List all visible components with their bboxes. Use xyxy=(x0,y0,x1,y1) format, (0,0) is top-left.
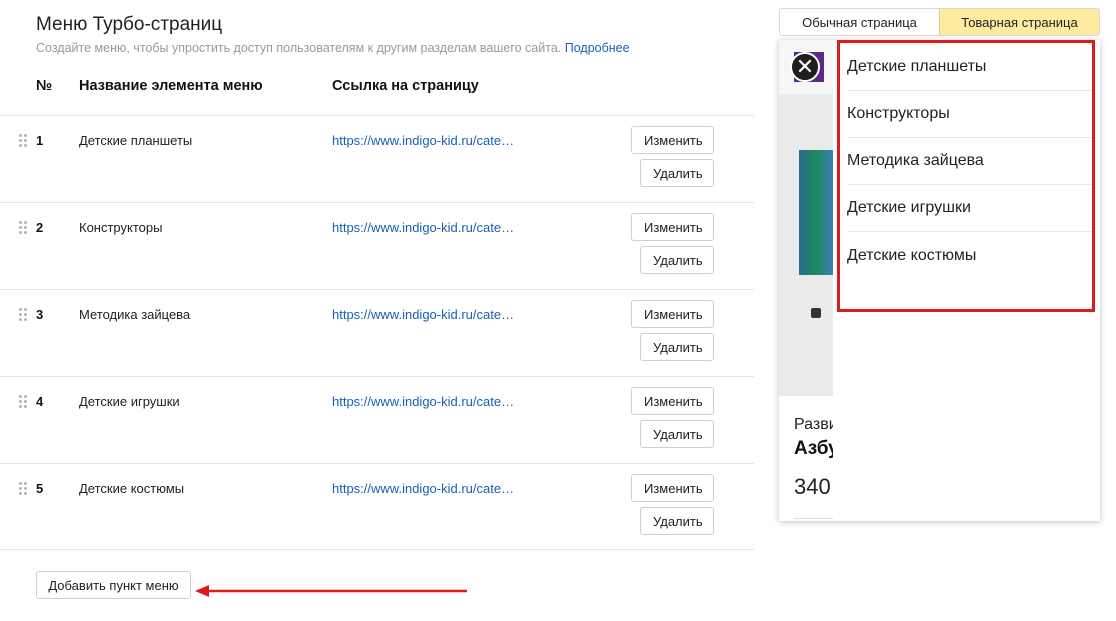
row-name: Детские планшеты xyxy=(79,133,193,148)
column-header-number: № xyxy=(36,78,53,94)
table-row: 4 Детские игрушки https://www.indigo-kid… xyxy=(0,376,754,463)
row-number: 3 xyxy=(36,307,44,322)
delete-button[interactable]: Удалить xyxy=(640,507,714,535)
row-number: 5 xyxy=(36,481,44,496)
close-icon[interactable]: ✕ xyxy=(790,52,820,82)
row-number: 4 xyxy=(36,394,44,409)
product-category-text: Разви xyxy=(794,416,838,433)
product-image xyxy=(799,150,833,275)
drag-handle-icon[interactable] xyxy=(18,481,28,495)
edit-button[interactable]: Изменить xyxy=(631,126,714,154)
row-number: 2 xyxy=(36,220,44,235)
row-name: Методика зайцева xyxy=(79,307,191,322)
annotation-arrow-icon xyxy=(195,585,467,597)
drag-handle-icon[interactable] xyxy=(18,394,28,408)
row-link[interactable]: https://www.indigo-kid.ru/cate… xyxy=(332,481,517,496)
row-name: Конструкторы xyxy=(79,220,163,235)
drag-handle-icon[interactable] xyxy=(18,307,28,321)
column-header-name: Название элемента меню xyxy=(79,78,263,94)
edit-button[interactable]: Изменить xyxy=(631,300,714,328)
row-link[interactable]: https://www.indigo-kid.ru/cate… xyxy=(332,307,517,322)
product-price-text: 340 xyxy=(794,474,831,499)
page-subtitle: Создайте меню, чтобы упростить доступ по… xyxy=(36,41,630,55)
drag-handle-icon[interactable] xyxy=(18,133,28,147)
annotation-highlight-box xyxy=(837,40,1095,312)
add-menu-item-button[interactable]: Добавить пункт меню xyxy=(36,571,191,599)
table-row: 1 Детские планшеты https://www.indigo-ki… xyxy=(0,115,754,202)
table-bottom-divider xyxy=(0,549,754,550)
row-name: Детские костюмы xyxy=(79,481,185,496)
toggle-regular-page[interactable]: Обычная страница xyxy=(780,9,939,35)
row-link[interactable]: https://www.indigo-kid.ru/cate… xyxy=(332,220,517,235)
page-type-toggle: Обычная страница Товарная страница xyxy=(779,8,1100,36)
delete-button[interactable]: Удалить xyxy=(640,246,714,274)
product-divider xyxy=(794,518,833,519)
table-row: 2 Конструкторы https://www.indigo-kid.ru… xyxy=(0,202,754,289)
toggle-product-page[interactable]: Товарная страница xyxy=(939,9,1099,35)
subtitle-text: Создайте меню, чтобы упростить доступ по… xyxy=(36,41,562,55)
column-header-link: Ссылка на страницу xyxy=(332,78,479,94)
edit-button[interactable]: Изменить xyxy=(631,474,714,502)
row-number: 1 xyxy=(36,133,44,148)
row-link[interactable]: https://www.indigo-kid.ru/cate… xyxy=(332,394,517,409)
delete-button[interactable]: Удалить xyxy=(640,420,714,448)
drag-handle-icon[interactable] xyxy=(18,220,28,234)
row-name: Детские игрушки xyxy=(79,394,180,409)
more-link[interactable]: Подробнее xyxy=(565,41,630,55)
table-row: 5 Детские костюмы https://www.indigo-kid… xyxy=(0,463,754,550)
edit-button[interactable]: Изменить xyxy=(631,387,714,415)
page-title: Меню Турбо-страниц xyxy=(36,14,223,35)
delete-button[interactable]: Удалить xyxy=(640,333,714,361)
delete-button[interactable]: Удалить xyxy=(640,159,714,187)
row-link[interactable]: https://www.indigo-kid.ru/cate… xyxy=(332,133,517,148)
table-row: 3 Методика зайцева https://www.indigo-ki… xyxy=(0,289,754,376)
product-dice xyxy=(811,308,821,318)
edit-button[interactable]: Изменить xyxy=(631,213,714,241)
